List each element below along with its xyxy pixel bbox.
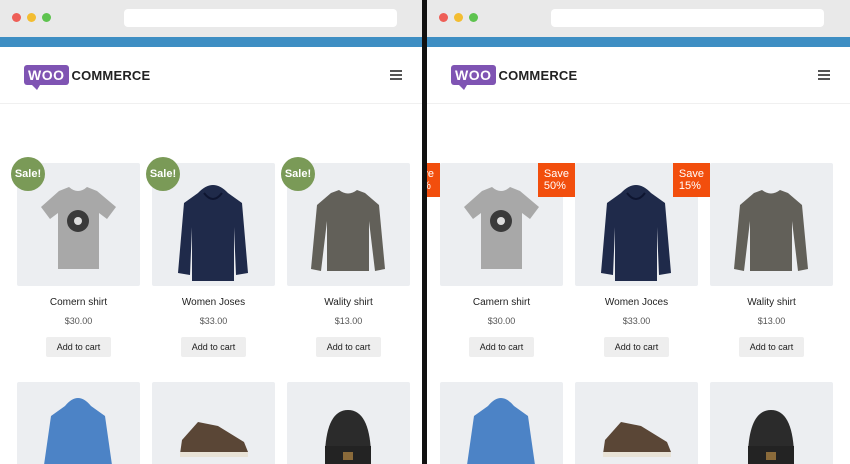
add-to-cart-button[interactable]: Add to cart — [469, 337, 534, 357]
close-window-button[interactable] — [439, 13, 448, 22]
logo-woo-mark: WOO — [451, 65, 496, 90]
logo-woo-mark: WOO — [24, 65, 69, 90]
site-header: WOO COMMERCE — [427, 47, 850, 104]
logo-commerce-text: COMMERCE — [71, 67, 151, 83]
product-name[interactable]: Women Joces — [575, 297, 698, 308]
product-image[interactable] — [710, 163, 833, 286]
product-grid: Sale! Comern shirt $30.00 Add to cart Sa… — [0, 104, 422, 464]
product-image[interactable] — [440, 382, 563, 464]
product-price: $30.00 — [487, 316, 516, 326]
add-to-cart-button[interactable]: Add to cart — [181, 337, 246, 357]
minimize-window-button[interactable] — [454, 13, 463, 22]
discount-badge: Save 20% — [427, 163, 440, 197]
shoe-icon — [180, 422, 248, 457]
product-name[interactable]: Wality shirt — [710, 297, 833, 308]
product-image[interactable] — [287, 382, 410, 464]
beanie-icon — [325, 410, 371, 464]
sale-badge: Sale! — [146, 157, 180, 191]
product-price: $33.00 — [199, 316, 228, 326]
address-bar[interactable] — [551, 9, 824, 27]
product-price: $13.00 — [334, 316, 363, 326]
product-grid: Save 20% Camern shirt $30.00 Add to cart… — [427, 104, 850, 464]
sale-badge: Sale! — [11, 157, 45, 191]
discount-badge: Save 15% — [672, 163, 710, 197]
top-accent-bar — [0, 37, 422, 47]
add-to-cart-button[interactable]: Add to cart — [46, 337, 111, 357]
product-image[interactable] — [17, 382, 140, 464]
product-price: $30.00 — [64, 316, 93, 326]
browser-window-left: WOO COMMERCE Sale! Comern shirt $30.00 A… — [0, 0, 422, 464]
top-accent-bar — [427, 37, 850, 47]
sweater-icon — [734, 190, 808, 271]
browser-chrome — [0, 0, 422, 37]
product-name[interactable]: Comern shirt — [17, 297, 140, 308]
site-header: WOO COMMERCE — [0, 47, 422, 104]
maximize-window-button[interactable] — [42, 13, 51, 22]
add-to-cart-button[interactable]: Add to cart — [739, 337, 804, 357]
hoodie-icon — [467, 398, 535, 464]
product-price: $13.00 — [757, 316, 786, 326]
woocommerce-logo[interactable]: WOO COMMERCE — [451, 64, 578, 90]
maximize-window-button[interactable] — [469, 13, 478, 22]
logo-commerce-text: COMMERCE — [498, 67, 578, 83]
add-to-cart-button[interactable]: Add to cart — [316, 337, 381, 357]
address-bar[interactable] — [124, 9, 397, 27]
menu-icon[interactable] — [390, 70, 402, 80]
sale-badge: Sale! — [281, 157, 315, 191]
product-name[interactable]: Wality shirt — [287, 297, 410, 308]
product-image[interactable] — [710, 382, 833, 464]
product-name[interactable]: Women Joses — [152, 297, 275, 308]
product-price: $33.00 — [622, 316, 651, 326]
product-image[interactable] — [575, 382, 698, 464]
shoe-icon — [603, 422, 671, 457]
menu-icon[interactable] — [818, 70, 830, 80]
browser-window-right: WOO COMMERCE Save 20% Camern shirt $30.0… — [427, 0, 850, 464]
hoodie-icon — [44, 398, 112, 464]
close-window-button[interactable] — [12, 13, 21, 22]
browser-chrome — [427, 0, 850, 37]
product-image[interactable] — [152, 382, 275, 464]
add-to-cart-button[interactable]: Add to cart — [604, 337, 669, 357]
beanie-icon — [748, 410, 794, 464]
product-name[interactable]: Camern shirt — [440, 297, 563, 308]
woocommerce-logo[interactable]: WOO COMMERCE — [24, 64, 151, 90]
minimize-window-button[interactable] — [27, 13, 36, 22]
discount-badge: Save 50% — [537, 163, 575, 197]
